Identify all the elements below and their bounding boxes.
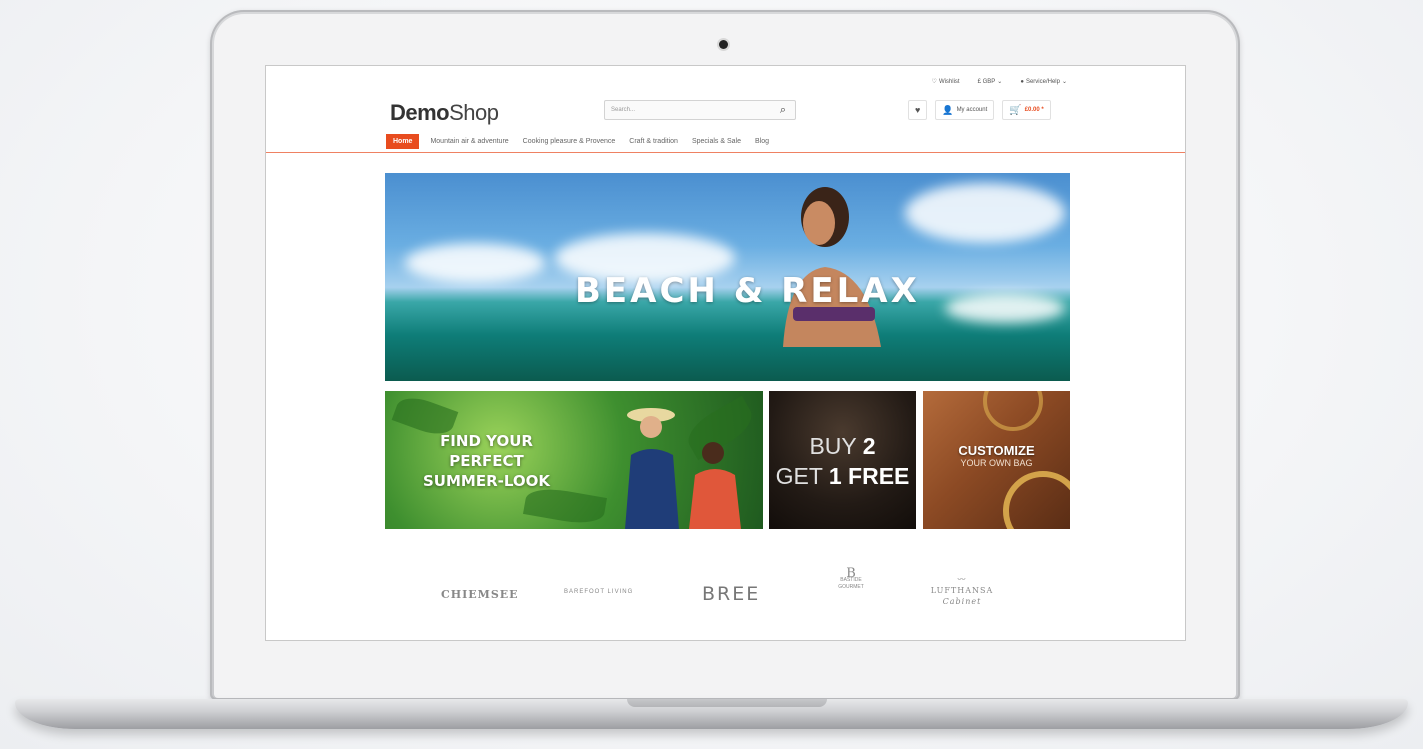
wishlist-link[interactable]: ♡ Wishlist [931,78,960,86]
brand-lufthansa[interactable]: 〰 LUFTHANSA Cabinet [916,574,1008,607]
hero-title: BEACH & RELAX [575,271,920,311]
search-icon[interactable]: ⌕ [774,102,792,118]
hikers-image [625,408,741,529]
cloud [405,243,545,283]
summer-look-teaser[interactable]: FIND YOUR PERFECT SUMMER-LOOK [385,391,763,529]
camera-icon [719,40,728,49]
cart-icon: 🛒 [1009,104,1022,116]
nav-item-craft[interactable]: Craft & tradition [626,134,681,149]
crane-icon: 〰 [957,575,967,584]
chevron-down-icon: ⌄ [997,79,1003,85]
laptop-notch [627,699,827,707]
shop-logo[interactable]: DemoShop [390,100,499,126]
currency-select[interactable]: £ GBP ⌄ [978,78,1003,86]
brand-logos: CHIEMSEE BAREFOOT LIVING BREE B BASTIDE … [266,566,1185,626]
laptop-base [15,699,1408,729]
user-icon: 👤 [942,104,954,115]
cloud [945,293,1065,323]
nav-item-home[interactable]: Home [386,134,420,149]
chevron-down-icon: ⌄ [1061,79,1067,85]
nav-divider [266,152,1185,153]
brand-bree[interactable]: BREE [702,583,760,605]
customize-text: CUSTOMIZE YOUR OWN BAG [958,443,1035,468]
top-bar: ♡ Wishlist £ GBP ⌄ ● Service/Help ⌄ [931,78,1067,86]
cloud [905,183,1065,243]
brand-bastide[interactable]: B BASTIDE GOURMET [828,567,874,591]
service-menu[interactable]: ● Service/Help ⌄ [1020,78,1067,86]
nav-item-cooking[interactable]: Cooking pleasure & Provence [520,134,619,149]
wishlist-button[interactable]: ♥ [908,100,928,120]
buy-2-get-1-teaser[interactable]: BUY 2 GET 1 FREE [769,391,916,529]
nav-item-mountain[interactable]: Mountain air & adventure [427,134,511,149]
info-icon: ● [1020,78,1024,85]
heart-icon: ♥ [915,105,921,115]
account-area: ♥ 👤 My account 🛒 £0.00 * [908,100,1051,120]
buy-2-get-1-text: BUY 2 GET 1 FREE [775,433,910,489]
hero-person-image [783,187,881,347]
my-account-button[interactable]: 👤 My account [935,100,995,120]
brand-barefoot-living[interactable]: BAREFOOT LIVING [564,589,633,595]
hero-banner[interactable]: BEACH & RELAX [385,173,1070,381]
laptop-screen: ♡ Wishlist £ GBP ⌄ ● Service/Help ⌄ DemoShop… [265,65,1186,641]
search-input[interactable]: Search... [604,100,796,120]
customize-bag-teaser[interactable]: CUSTOMIZE YOUR OWN BAG [923,391,1070,529]
buckle-image [1003,471,1070,529]
nav-item-blog[interactable]: Blog [752,134,772,149]
brand-chiemsee[interactable]: CHIEMSEE [441,588,519,601]
main-navigation: Home Mountain air & adventure Cooking pl… [386,134,772,149]
cart-button[interactable]: 🛒 £0.00 * [1002,100,1051,120]
nav-item-specials[interactable]: Specials & Sale [689,134,744,149]
summer-look-text: FIND YOUR PERFECT SUMMER-LOOK [423,432,551,490]
buckle-image [983,391,1043,431]
heart-small-icon: ♡ [931,79,937,85]
